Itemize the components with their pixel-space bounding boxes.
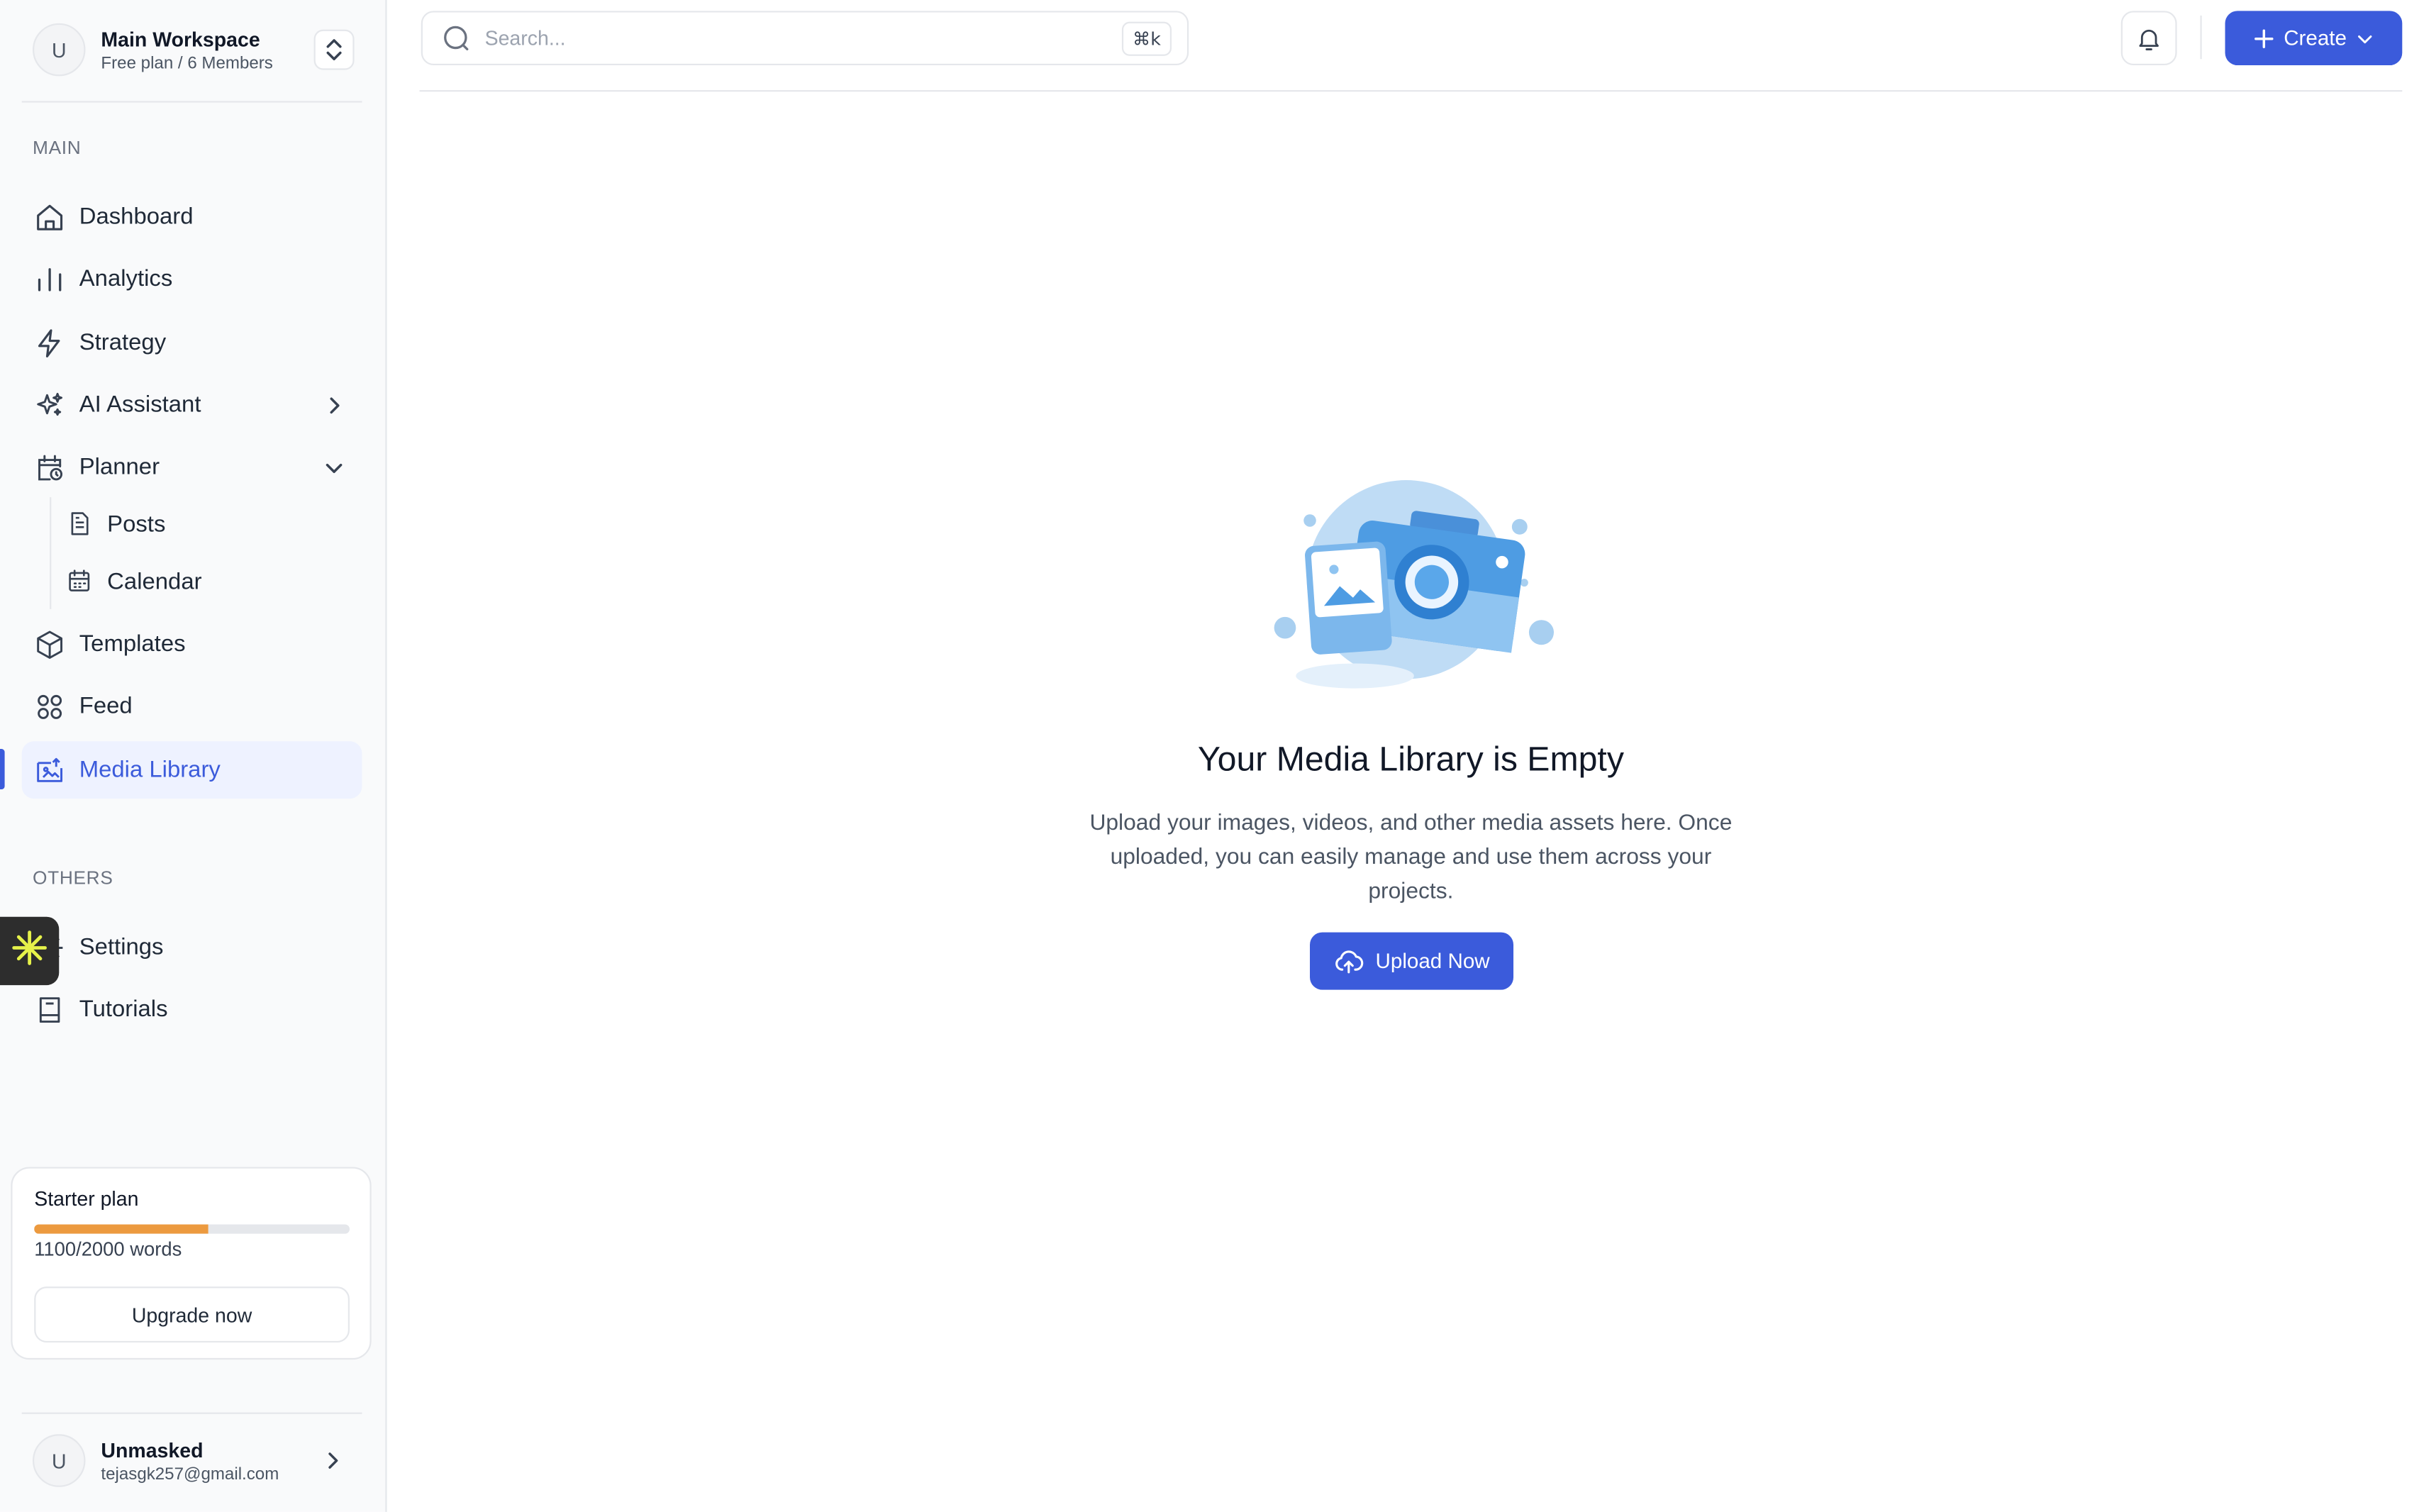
plan-usage-fill bbox=[34, 1224, 208, 1234]
bar-chart-icon bbox=[34, 263, 65, 294]
workspace-avatar: U bbox=[33, 23, 86, 77]
calendar-clock-icon bbox=[34, 451, 65, 482]
cube-icon bbox=[34, 628, 65, 660]
home-icon bbox=[34, 201, 65, 233]
empty-state-title: Your Media Library is Empty bbox=[1197, 739, 1624, 779]
create-button-label: Create bbox=[2284, 26, 2347, 50]
section-label-main: MAIN bbox=[33, 136, 82, 159]
sidebar-item-settings[interactable]: Settings bbox=[22, 918, 362, 976]
sidebar-item-label: Templates bbox=[79, 630, 186, 657]
topbar-divider bbox=[419, 90, 2403, 92]
sidebar-item-label: Analytics bbox=[79, 265, 173, 292]
chevron-right-icon bbox=[320, 1448, 345, 1473]
plan-usage-card: Starter plan 1100/2000 words Upgrade now bbox=[11, 1167, 372, 1360]
plus-icon bbox=[2252, 27, 2274, 49]
grid-circles-icon bbox=[34, 691, 65, 722]
plan-title: Starter plan bbox=[34, 1186, 139, 1211]
section-label-others: OTHERS bbox=[33, 867, 113, 889]
user-avatar: U bbox=[33, 1434, 86, 1487]
sidebar-item-label: Media Library bbox=[79, 757, 221, 784]
user-name: Unmasked bbox=[101, 1438, 204, 1462]
create-button[interactable]: Create bbox=[2225, 11, 2403, 66]
notifications-button[interactable] bbox=[2120, 11, 2177, 66]
plan-usage-text: 1100/2000 words bbox=[34, 1238, 182, 1260]
search-icon bbox=[441, 23, 472, 54]
chevron-down-icon bbox=[2356, 29, 2374, 48]
sidebar-item-feed[interactable]: Feed bbox=[22, 677, 362, 735]
sidebar-item-templates[interactable]: Templates bbox=[22, 616, 362, 673]
chevron-down-icon bbox=[322, 455, 347, 479]
sidebar-subitem-label: Posts bbox=[107, 510, 166, 537]
app-root: U Main Workspace Free plan / 6 Members M… bbox=[0, 0, 2424, 1512]
sparkles-icon bbox=[34, 389, 65, 421]
sidebar-divider bbox=[21, 1412, 362, 1414]
sidebar-item-label: Planner bbox=[79, 453, 160, 481]
sidebar: U Main Workspace Free plan / 6 Members M… bbox=[0, 0, 387, 1512]
sidebar-item-planner[interactable]: Planner bbox=[22, 438, 362, 496]
upgrade-button[interactable]: Upgrade now bbox=[34, 1286, 350, 1343]
sidebar-item-analytics[interactable]: Analytics bbox=[22, 250, 362, 308]
empty-state-description: Upload your images, videos, and other me… bbox=[1089, 811, 1733, 905]
search-bar[interactable]: ⌘k bbox=[421, 11, 1189, 66]
floating-widget-button[interactable] bbox=[0, 916, 60, 986]
cloud-upload-icon bbox=[1333, 945, 1364, 977]
submenu-guide-line bbox=[50, 497, 52, 609]
sidebar-item-dashboard[interactable]: Dashboard bbox=[22, 188, 362, 245]
document-icon bbox=[65, 510, 93, 538]
sidebar-item-label: Strategy bbox=[79, 329, 167, 356]
bell-icon bbox=[2135, 24, 2162, 52]
chevron-up-down-icon[interactable] bbox=[313, 29, 355, 70]
workspace-name: Main Workspace bbox=[101, 27, 260, 51]
active-indicator bbox=[0, 749, 5, 790]
sidebar-item-label: Tutorials bbox=[79, 996, 168, 1023]
sidebar-subitem-label: Calendar bbox=[107, 567, 202, 595]
upload-now-button[interactable]: Upload Now bbox=[1310, 932, 1514, 990]
sidebar-item-label: AI Assistant bbox=[79, 391, 201, 418]
user-email: tejasgk257@gmail.com bbox=[101, 1464, 279, 1484]
chevron-right-icon bbox=[322, 392, 347, 417]
plan-usage-bar bbox=[34, 1224, 350, 1234]
user-profile[interactable]: U Unmasked tejasgk257@gmail.com bbox=[33, 1433, 355, 1489]
sidebar-item-label: Settings bbox=[79, 933, 164, 961]
image-icon bbox=[34, 755, 65, 786]
lightning-icon bbox=[34, 327, 65, 358]
empty-media-illustration bbox=[1264, 471, 1560, 704]
sidebar-item-label: Dashboard bbox=[79, 204, 194, 230]
sidebar-divider bbox=[21, 101, 362, 103]
workspace-subtitle: Free plan / 6 Members bbox=[101, 53, 273, 72]
search-shortcut-badge: ⌘k bbox=[1121, 21, 1172, 55]
search-input[interactable] bbox=[482, 25, 1122, 52]
calendar-icon bbox=[65, 567, 93, 595]
sidebar-item-tutorials[interactable]: Tutorials bbox=[22, 981, 362, 1038]
topbar-separator bbox=[2200, 15, 2202, 60]
sidebar-subitem-calendar[interactable]: Calendar bbox=[65, 556, 202, 606]
sidebar-item-media-library[interactable]: Media Library bbox=[21, 741, 362, 799]
sidebar-item-strategy[interactable]: Strategy bbox=[22, 314, 362, 372]
asterisk-burst-icon bbox=[9, 927, 50, 975]
sidebar-item-label: Feed bbox=[79, 693, 133, 720]
upload-now-label: Upload Now bbox=[1375, 949, 1490, 973]
sidebar-item-ai-assistant[interactable]: AI Assistant bbox=[22, 376, 362, 433]
book-icon bbox=[34, 994, 65, 1025]
sidebar-subitem-posts[interactable]: Posts bbox=[65, 499, 165, 548]
workspace-switcher[interactable]: U Main Workspace Free plan / 6 Members bbox=[33, 22, 355, 78]
